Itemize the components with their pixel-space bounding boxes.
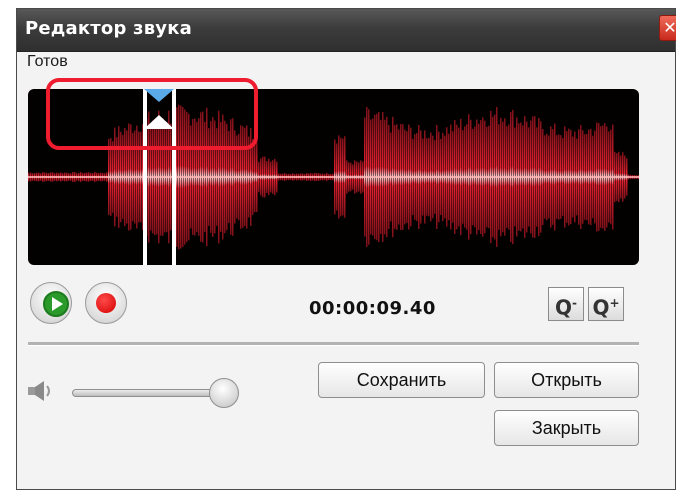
zoom-in-button[interactable]: Q+: [588, 287, 624, 321]
title-bar[interactable]: Редактор звука ✕: [17, 9, 676, 52]
play-icon: [43, 291, 69, 317]
save-button[interactable]: Сохранить: [318, 362, 485, 398]
open-button[interactable]: Открыть: [494, 362, 639, 398]
zoom-in-sign: +: [609, 296, 620, 310]
window-title: Редактор звука: [25, 18, 192, 39]
zoom-out-icon: Q: [555, 295, 573, 320]
play-button[interactable]: [30, 282, 72, 324]
volume-slider-track[interactable]: [72, 389, 222, 397]
record-button[interactable]: [85, 282, 127, 324]
volume-slider-thumb[interactable]: [209, 378, 239, 408]
annotation-highlight-box: [46, 78, 258, 150]
divider: [28, 342, 639, 346]
zoom-out-button[interactable]: Q-: [548, 287, 584, 321]
zoom-out-sign: -: [572, 296, 577, 310]
record-icon: [96, 293, 116, 313]
close-window-icon[interactable]: ✕: [659, 15, 676, 41]
zoom-in-icon: Q: [592, 295, 610, 320]
close-button[interactable]: Закрыть: [494, 410, 639, 446]
status-label: Готов: [27, 53, 68, 70]
speaker-icon[interactable]: [28, 380, 52, 402]
time-counter: 00:00:09.40: [309, 298, 436, 319]
